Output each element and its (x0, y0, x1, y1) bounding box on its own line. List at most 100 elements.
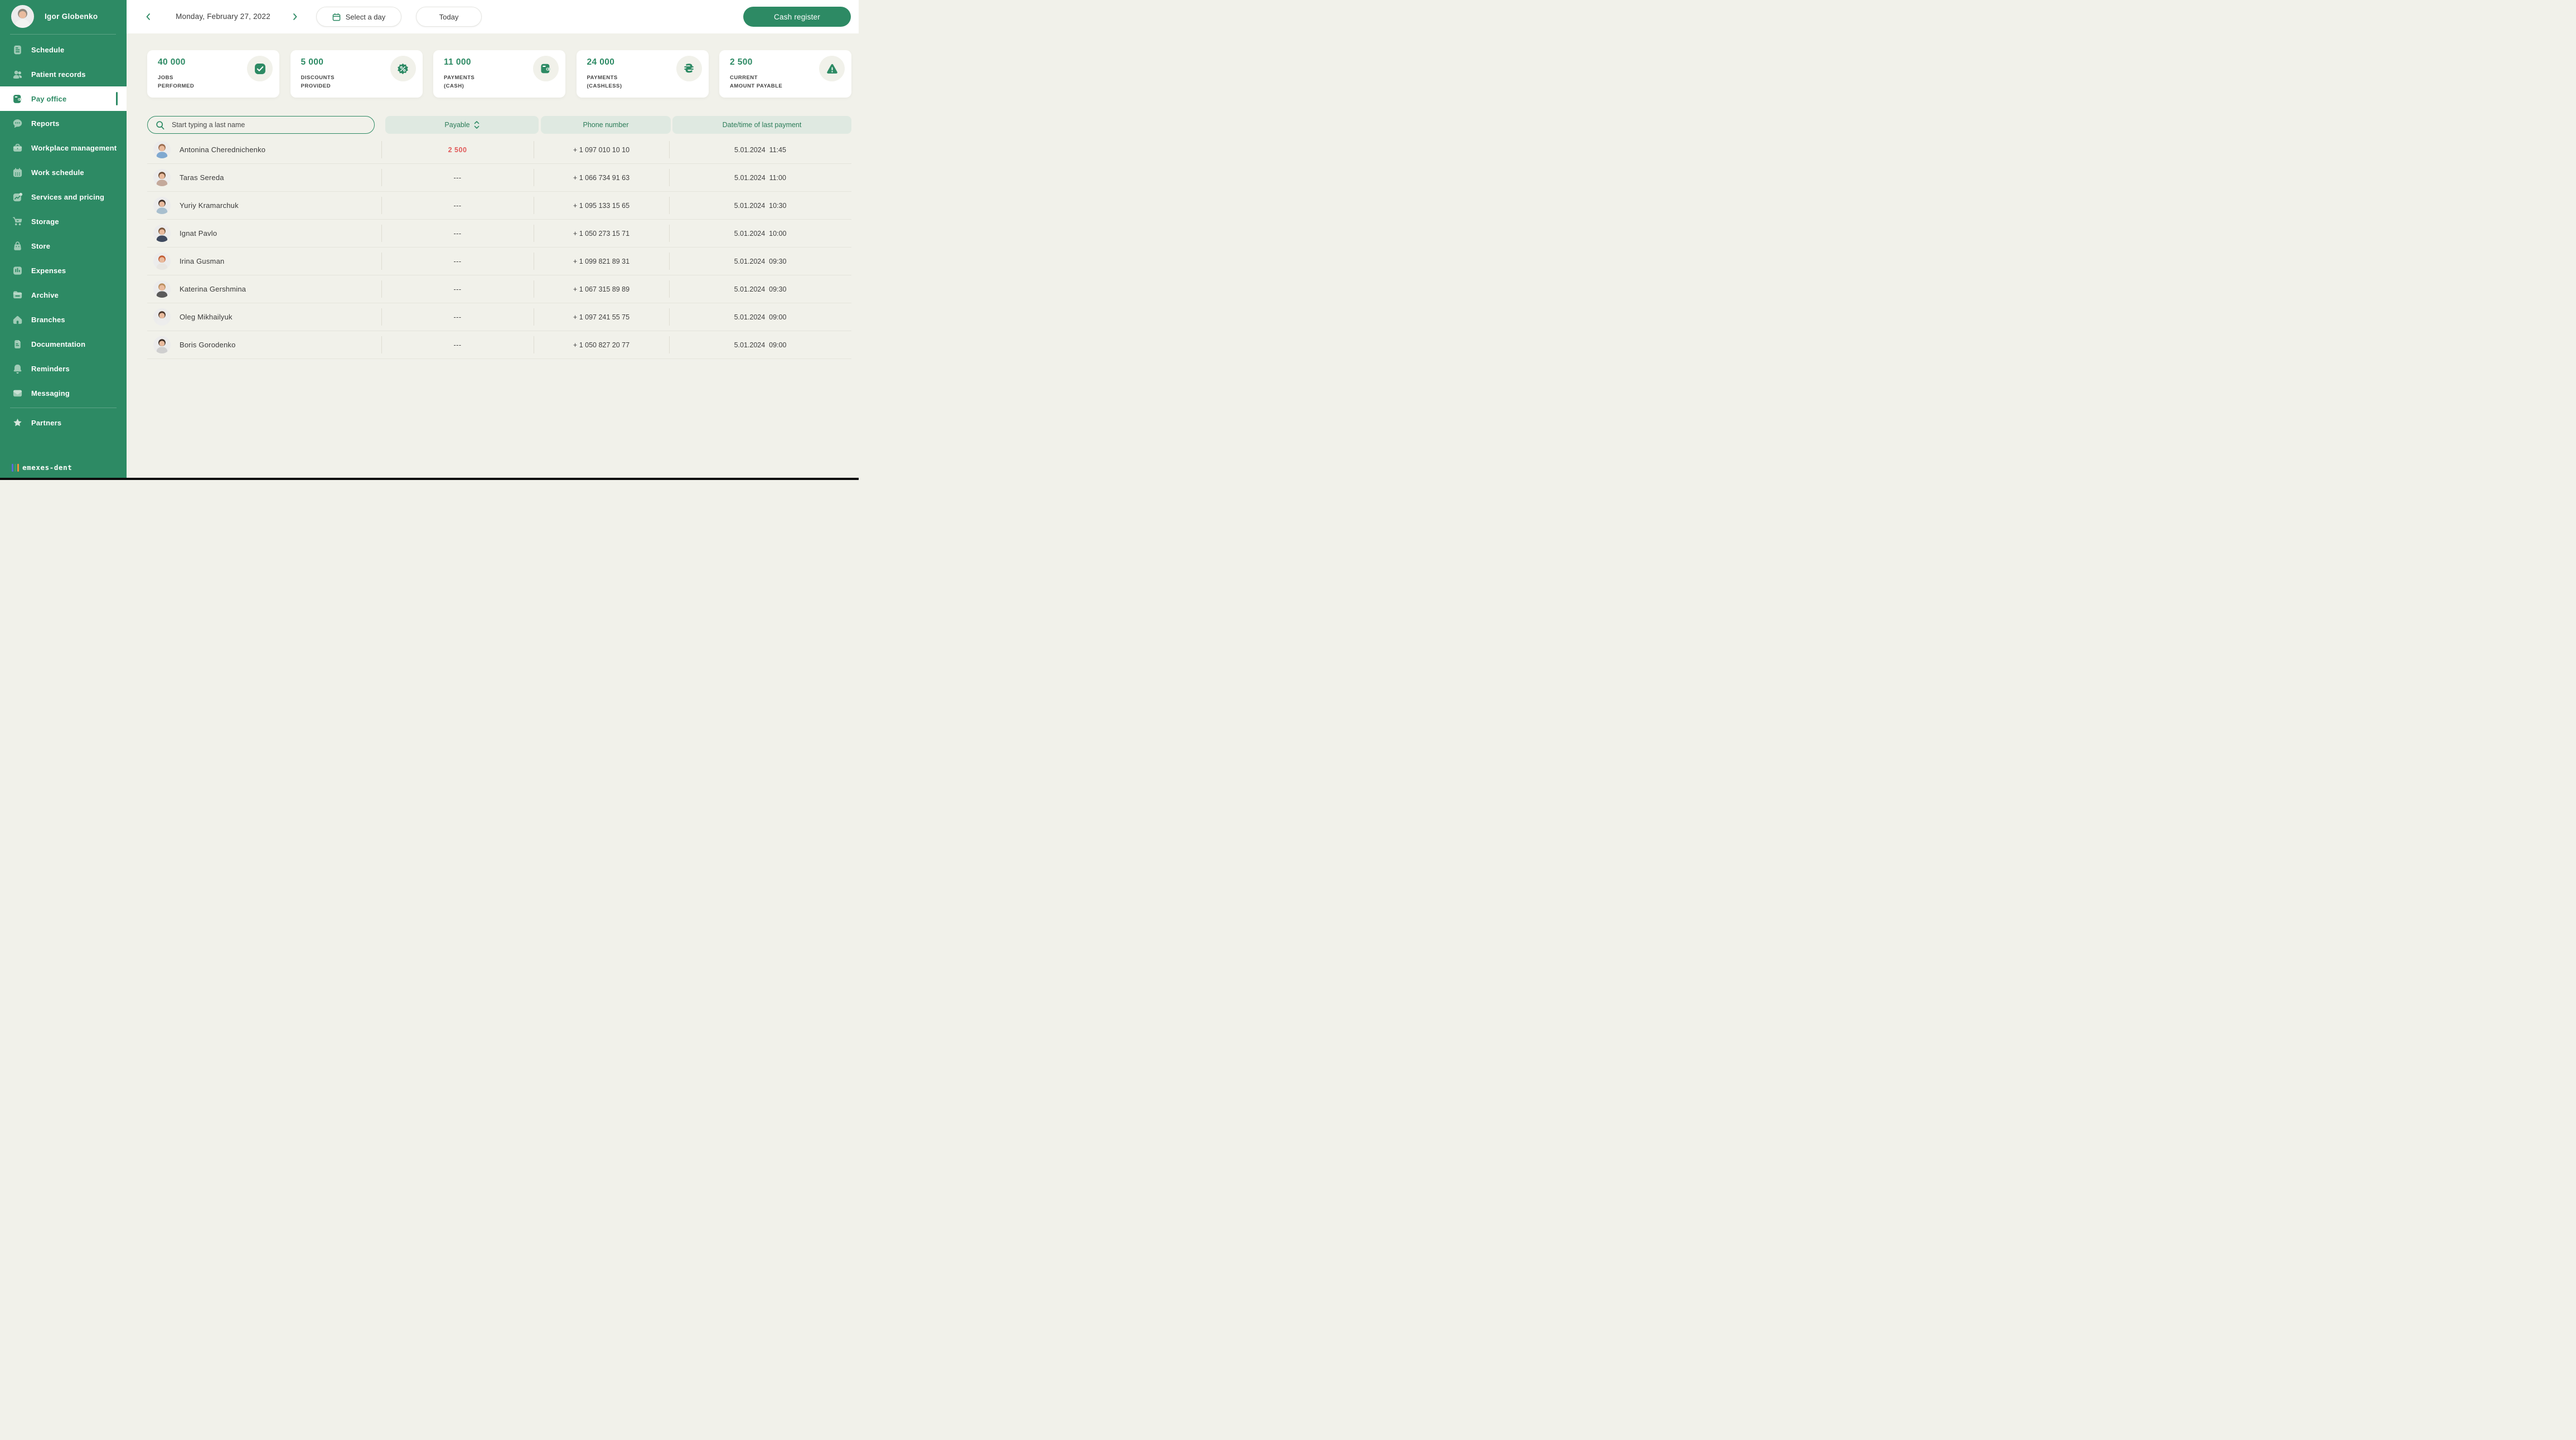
sidebar-item-store[interactable]: Store (0, 234, 127, 258)
table-row[interactable]: Boris Gorodenko --- + 1 050 827 20 77 5.… (147, 331, 851, 359)
sidebar-item-documentation[interactable]: Documentation (0, 332, 127, 356)
prev-day-button[interactable] (142, 11, 154, 23)
cash-register-button[interactable]: Cash register (743, 7, 851, 27)
sidebar-item-branches[interactable]: Branches (0, 307, 127, 332)
sidebar-item-label: Pay office (31, 95, 66, 103)
sidebar-item-messaging[interactable]: Messaging (0, 381, 127, 405)
patient-avatar (153, 308, 171, 326)
last-payment-datetime: 5.01.2024 09:30 (669, 285, 851, 293)
patient-avatar (153, 336, 171, 353)
stat-label: JOBS (158, 75, 173, 81)
app-logo: emexes-dent (12, 463, 72, 472)
today-button[interactable]: Today (416, 7, 482, 27)
last-payment-datetime: 5.01.2024 09:30 (669, 258, 851, 265)
stat-card-payments-cashless: 24 000 PAYMENTS(CASHLESS) ₴ (577, 50, 709, 98)
last-payment-datetime: 5.01.2024 09:00 (669, 313, 851, 321)
sidebar: Igor Globenko Schedule Patient records P… (0, 0, 127, 478)
phone-number: + 1 066 734 91 63 (534, 174, 669, 182)
topbar: Monday, February 27, 2022 Select a day T… (127, 0, 859, 33)
stat-label: PAYMENTS (444, 75, 474, 81)
last-payment-datetime: 5.01.2024 10:30 (669, 202, 851, 210)
sidebar-item-partners[interactable]: Partners (0, 410, 127, 435)
stats-row: 40 000 JOBSPERFORMED 5 000 DISCOUNTSPROV… (147, 50, 851, 98)
payable-value: --- (381, 202, 534, 210)
percent-icon (390, 56, 416, 81)
sidebar-item-workplace-management[interactable]: Workplace management (0, 135, 127, 160)
sidebar-item-label: Store (31, 242, 50, 250)
sidebar-item-storage[interactable]: Storage (0, 209, 127, 234)
patient-avatar (153, 280, 171, 298)
chevron-left-icon (144, 13, 152, 21)
table-row[interactable]: Antonina Cherednichenko 2 500 + 1 097 01… (147, 136, 851, 164)
patient-avatar (153, 169, 171, 186)
sidebar-item-expenses[interactable]: Expenses (0, 258, 127, 283)
patient-avatar (153, 197, 171, 214)
stat-value: 2 500 (730, 57, 753, 67)
last-payment-datetime: 5.01.2024 10:00 (669, 230, 851, 237)
chevron-right-icon (291, 13, 299, 21)
sidebar-item-label: Schedule (31, 46, 64, 54)
patient-name: Boris Gorodenko (180, 341, 236, 349)
payable-value: --- (381, 230, 534, 237)
table-row[interactable]: Ignat Pavlo --- + 1 050 273 15 71 5.01.2… (147, 220, 851, 248)
cash-register-label: Cash register (774, 13, 820, 21)
stat-value: 24 000 (587, 57, 615, 67)
patients-table: Antonina Cherednichenko 2 500 + 1 097 01… (147, 136, 851, 359)
stat-label: PAYMENTS (587, 75, 618, 81)
payable-value: 2 500 (381, 146, 534, 154)
sidebar-item-reminders[interactable]: Reminders (0, 356, 127, 381)
phone-number: + 1 095 133 15 65 (534, 202, 669, 210)
schedule-icon (12, 45, 23, 55)
column-header-payable[interactable]: Payable (385, 116, 539, 134)
patient-avatar (153, 141, 171, 158)
logo-bar-orange (17, 464, 19, 472)
search-input[interactable] (171, 120, 368, 129)
alert-icon (819, 56, 845, 81)
cart-icon (12, 216, 23, 227)
table-row[interactable]: Katerina Gershmina --- + 1 067 315 89 89… (147, 275, 851, 303)
next-day-button[interactable] (289, 11, 301, 23)
sidebar-item-work-schedule[interactable]: Work schedule (0, 160, 127, 185)
sidebar-item-pay-office[interactable]: Pay office (0, 86, 127, 111)
column-header-phone-number: Phone number (541, 116, 671, 134)
phone-number: + 1 097 010 10 10 (534, 146, 669, 154)
sidebar-item-label: Documentation (31, 340, 85, 348)
logo-bar-blue (12, 464, 13, 472)
column-header-date-time: Date/time of last payment (672, 116, 851, 134)
patient-avatar (153, 253, 171, 270)
stat-value: 5 000 (301, 57, 324, 67)
sidebar-item-label: Reports (31, 119, 60, 128)
sidebar-item-label: Workplace management (31, 144, 117, 152)
table-row[interactable]: Taras Sereda --- + 1 066 734 91 63 5.01.… (147, 164, 851, 192)
user-profile[interactable]: Igor Globenko (11, 5, 98, 28)
sidebar-item-schedule[interactable]: Schedule (0, 37, 127, 62)
payable-value: --- (381, 174, 534, 182)
last-payment-datetime: 5.01.2024 11:45 (669, 146, 851, 154)
today-label: Today (439, 13, 459, 21)
select-day-button[interactable]: Select a day (316, 7, 401, 27)
table-row[interactable]: Oleg Mikhailyuk --- + 1 097 241 55 75 5.… (147, 303, 851, 331)
sidebar-item-patient-records[interactable]: Patient records (0, 62, 127, 86)
phone-number: + 1 067 315 89 89 (534, 285, 669, 293)
patient-name: Antonina Cherednichenko (180, 146, 265, 154)
select-day-label: Select a day (346, 13, 386, 21)
stat-value: 11 000 (444, 57, 471, 67)
sidebar-item-label: Storage (31, 217, 59, 226)
sidebar-item-archive[interactable]: Archive (0, 283, 127, 307)
sidebar-item-label: Partners (31, 419, 61, 427)
envelope-icon (12, 388, 23, 399)
stat-label: DISCOUNTS (301, 75, 335, 81)
sidebar-item-label: Reminders (31, 365, 70, 373)
table-row[interactable]: Yuriy Kramarchuk --- + 1 095 133 15 65 5… (147, 192, 851, 220)
sidebar-item-label: Patient records (31, 70, 86, 79)
sidebar-item-services-and-pricing[interactable]: Services and pricing (0, 185, 127, 209)
wallet-icon (533, 56, 559, 81)
patient-name: Irina Gusman (180, 257, 224, 265)
sidebar-item-label: Branches (31, 316, 65, 324)
hryvnia-icon: ₴ (676, 56, 702, 81)
table-row[interactable]: Irina Gusman --- + 1 099 821 89 31 5.01.… (147, 248, 851, 275)
patients-icon (12, 69, 23, 80)
folder-icon (12, 290, 23, 300)
divider (10, 34, 116, 35)
sidebar-item-reports[interactable]: Reports (0, 111, 127, 135)
